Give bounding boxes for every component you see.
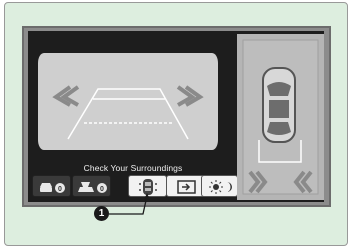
callout-number: 1 bbox=[94, 206, 109, 221]
callout-pointer bbox=[109, 193, 150, 215]
